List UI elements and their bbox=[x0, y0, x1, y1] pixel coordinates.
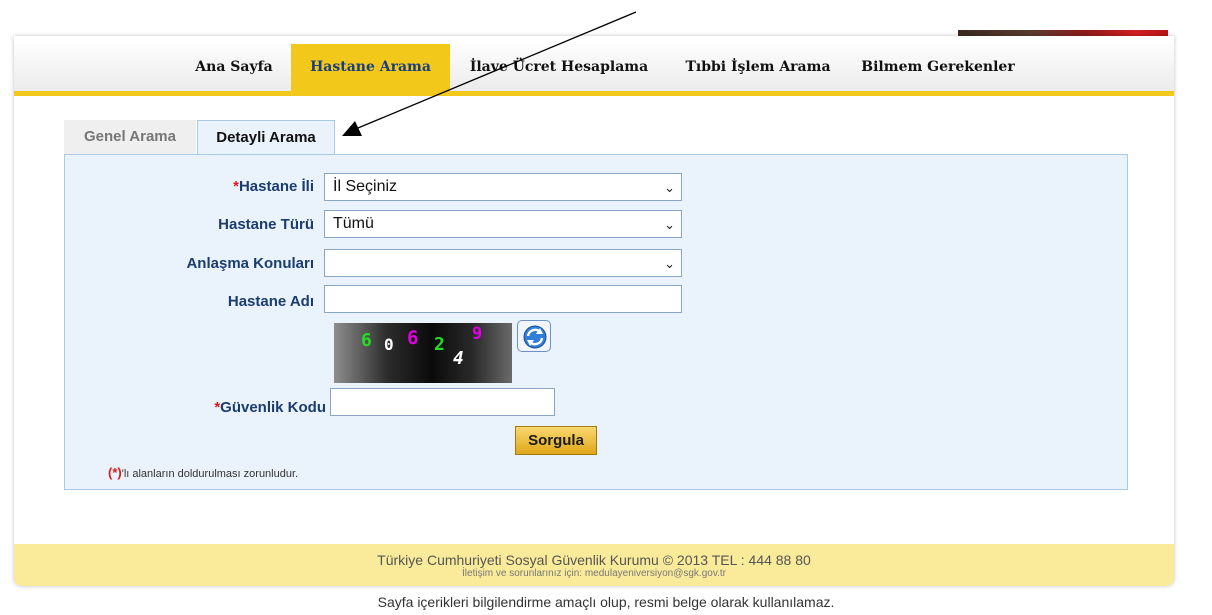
page-container: Ana Sayfa Hastane Arama İlave Ücret Hesa… bbox=[14, 36, 1174, 586]
guvenlik-kodu-input[interactable] bbox=[330, 388, 555, 416]
required-fields-note: (*)'lı alanların doldurulması zorunludur… bbox=[108, 465, 298, 480]
main-navigation: Ana Sayfa Hastane Arama İlave Ücret Hesa… bbox=[14, 44, 1174, 96]
hastane-adi-label: Hastane Adı bbox=[227, 293, 314, 310]
nav-item-hastane-arama[interactable]: Hastane Arama bbox=[291, 44, 450, 91]
footer: Türkiye Cumhuriyeti Sosyal Güvenlik Kuru… bbox=[14, 544, 1174, 586]
hastane-adi-input[interactable] bbox=[324, 285, 682, 313]
disclaimer-text: Sayfa içerikleri bilgilendirme amaçlı ol… bbox=[377, 594, 835, 610]
refresh-icon bbox=[523, 325, 547, 349]
hastane-turu-label: Hastane Türü bbox=[218, 216, 314, 233]
nav-item-ana-sayfa[interactable]: Ana Sayfa bbox=[164, 44, 304, 91]
hastane-turu-value: Tümü bbox=[333, 215, 374, 232]
guvenlik-kodu-label: *Güvenlik Kodu bbox=[77, 399, 326, 416]
captcha-digit: 6 bbox=[361, 330, 372, 351]
guvenlik-kodu-label-text: Güvenlik Kodu bbox=[220, 399, 326, 416]
nav-item-tibbi-islem-arama[interactable]: Tıbbi İşlem Arama bbox=[668, 44, 848, 91]
search-form-panel: *Hastane İli İl Seçiniz ⌄ Hastane Türü T… bbox=[64, 154, 1128, 490]
chevron-down-icon: ⌄ bbox=[664, 217, 675, 232]
nav-item-ilave-ucret-hesaplama[interactable]: İlave Ücret Hesaplama bbox=[450, 44, 668, 91]
hastane-ili-label: *Hastane İli bbox=[65, 178, 314, 195]
chevron-down-icon: ⌄ bbox=[664, 180, 675, 195]
anlasma-konulari-label: Anlaşma Konuları bbox=[186, 255, 314, 272]
chevron-down-icon: ⌄ bbox=[664, 256, 675, 271]
hastane-ili-select[interactable]: İl Seçiniz ⌄ bbox=[324, 173, 682, 201]
captcha-image: 6 0 6 2 4 9 bbox=[334, 323, 512, 383]
hastane-turu-select[interactable]: Tümü ⌄ bbox=[324, 210, 682, 238]
captcha-digit: 2 bbox=[434, 334, 445, 355]
footer-copyright: Türkiye Cumhuriyeti Sosyal Güvenlik Kuru… bbox=[377, 552, 811, 568]
anlasma-konulari-select[interactable]: ⌄ bbox=[324, 249, 682, 277]
captcha-digit: 0 bbox=[384, 335, 394, 354]
captcha-digit: 6 bbox=[407, 327, 419, 349]
captcha-digit: 9 bbox=[472, 324, 483, 344]
captcha-refresh-button[interactable] bbox=[517, 320, 551, 352]
tab-detayli-arama[interactable]: Detayli Arama bbox=[197, 120, 335, 154]
hastane-ili-value: İl Seçiniz bbox=[333, 178, 398, 195]
sorgula-button[interactable]: Sorgula bbox=[515, 426, 597, 455]
tab-genel-arama[interactable]: Genel Arama bbox=[64, 120, 196, 154]
required-note-mark: (*) bbox=[108, 465, 122, 480]
required-note-text: 'lı alanların doldurulması zorunludur. bbox=[121, 468, 299, 480]
nav-item-bilmem-gerekenler[interactable]: Bilmem Gerekenler bbox=[848, 44, 1028, 91]
captcha-digit: 4 bbox=[453, 348, 464, 369]
hastane-ili-label-text: Hastane İli bbox=[238, 178, 314, 195]
footer-contact: İletişim ve sorunlarınız için: medulayen… bbox=[462, 568, 726, 579]
